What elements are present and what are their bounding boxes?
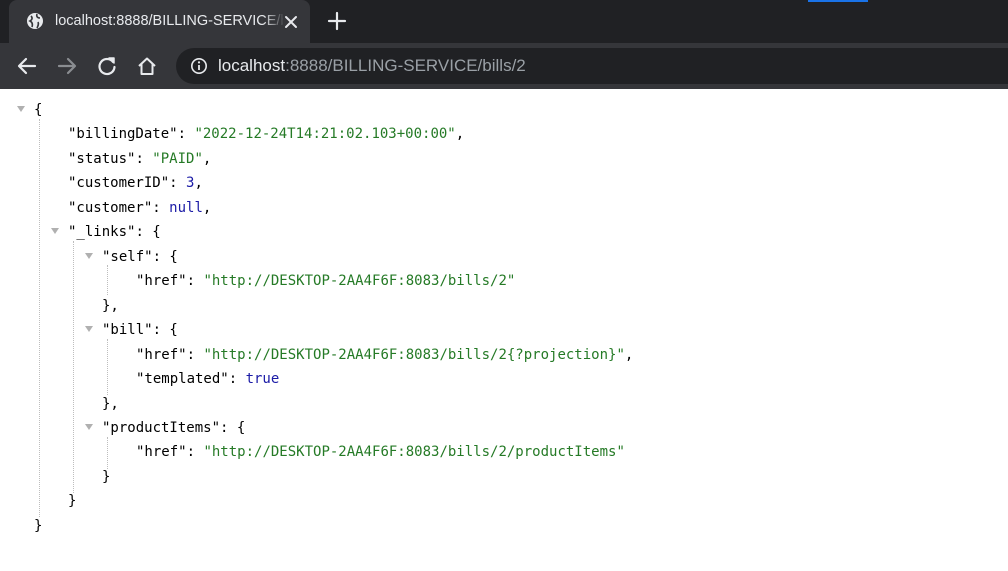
browser-tab[interactable]: localhost:8888/BILLING-SERVICE/bills/2 xyxy=(9,0,310,43)
json-line-templated: "templated": true xyxy=(136,371,280,387)
reload-icon[interactable] xyxy=(96,55,118,77)
json-key: "href" xyxy=(136,347,187,363)
address-bar[interactable]: localhost:8888/BILLING-SERVICE/bills/2 xyxy=(176,48,1008,84)
json-key: "productItems" xyxy=(102,420,221,436)
json-key: "billingDate" xyxy=(68,126,178,142)
collapse-toggle-links[interactable] xyxy=(51,228,59,234)
json-key: "templated" xyxy=(136,371,229,387)
json-key: "self" xyxy=(102,249,153,265)
plus-icon[interactable] xyxy=(327,11,347,31)
indent-guide-root xyxy=(39,119,40,517)
json-line-self-close: }, xyxy=(102,298,119,314)
browser-toolbar: localhost:8888/BILLING-SERVICE/bills/2 xyxy=(0,43,1008,89)
browser-tab-strip: localhost:8888/BILLING-SERVICE/bills/2 xyxy=(0,0,1008,43)
json-line-links: "_links": { xyxy=(68,224,161,240)
json-number-value: 3 xyxy=(186,175,195,191)
home-icon[interactable] xyxy=(136,55,158,77)
window-accent-line xyxy=(808,0,868,2)
json-line-bill-close: }, xyxy=(102,396,119,412)
tab-title-fade xyxy=(263,8,285,34)
json-line-status: "status": "PAID", xyxy=(68,151,212,167)
json-key: "href" xyxy=(136,273,187,289)
json-line-self-href: "href": "http://DESKTOP-2AA4F6F:8083/bil… xyxy=(136,273,516,289)
json-root-open: { xyxy=(34,102,43,118)
json-string-value: "http://DESKTOP-2AA4F6F:8083/bills/2/pro… xyxy=(203,444,625,460)
json-key: "customer" xyxy=(68,200,153,216)
collapse-toggle-bill[interactable] xyxy=(85,326,93,332)
json-key: "status" xyxy=(68,151,136,167)
json-key: "bill" xyxy=(102,322,153,338)
json-string-value: "http://DESKTOP-2AA4F6F:8083/bills/2" xyxy=(203,273,516,289)
json-key: "customerID" xyxy=(68,175,170,191)
info-icon[interactable] xyxy=(190,57,208,75)
forward-arrow-icon[interactable] xyxy=(56,55,78,77)
json-line-bill-href: "href": "http://DESKTOP-2AA4F6F:8083/bil… xyxy=(136,347,634,363)
collapse-toggle-root[interactable] xyxy=(17,106,25,112)
json-root-close: } xyxy=(34,518,43,534)
json-literal-value: null xyxy=(169,200,203,216)
page-content: { "billingDate": "2022-12-24T14:21:02.10… xyxy=(0,89,1008,571)
json-key: "href" xyxy=(136,444,187,460)
back-arrow-icon[interactable] xyxy=(16,55,38,77)
globe-icon xyxy=(27,13,43,29)
json-line-links-close: } xyxy=(68,493,77,509)
indent-guide-productitems xyxy=(107,437,108,469)
json-string-value: "2022-12-24T14:21:02.103+00:00" xyxy=(194,126,456,142)
json-line-productitems: "productItems": { xyxy=(102,420,246,436)
json-line-bill: "bill": { xyxy=(102,322,178,338)
json-line-customer: "customer": null, xyxy=(68,200,212,216)
json-string-value: "PAID" xyxy=(152,151,203,167)
indent-guide-links xyxy=(73,241,74,493)
indent-guide-bill xyxy=(107,339,108,395)
collapse-toggle-self[interactable] xyxy=(85,253,93,259)
json-literal-value: true xyxy=(245,371,280,387)
json-line-billingdate: "billingDate": "2022-12-24T14:21:02.103+… xyxy=(68,126,465,142)
json-string-value: "http://DESKTOP-2AA4F6F:8083/bills/2{?pr… xyxy=(203,347,625,363)
indent-guide-self xyxy=(107,265,108,295)
json-line-productitems-href: "href": "http://DESKTOP-2AA4F6F:8083/bil… xyxy=(136,444,625,460)
json-key: "_links" xyxy=(68,224,136,240)
url-path: :8888/BILLING-SERVICE/bills/2 xyxy=(285,56,526,75)
json-line-productitems-close: } xyxy=(102,469,111,485)
json-line-self: "self": { xyxy=(102,249,178,265)
collapse-toggle-productitems[interactable] xyxy=(85,424,93,430)
url-host: localhost xyxy=(218,56,286,75)
tab-title: localhost:8888/BILLING-SERVICE/bills/2 xyxy=(55,13,283,29)
json-line-customerid: "customerID": 3, xyxy=(68,175,203,191)
close-icon[interactable] xyxy=(283,14,299,30)
url-text[interactable]: localhost:8888/BILLING-SERVICE/bills/2 xyxy=(218,56,526,76)
